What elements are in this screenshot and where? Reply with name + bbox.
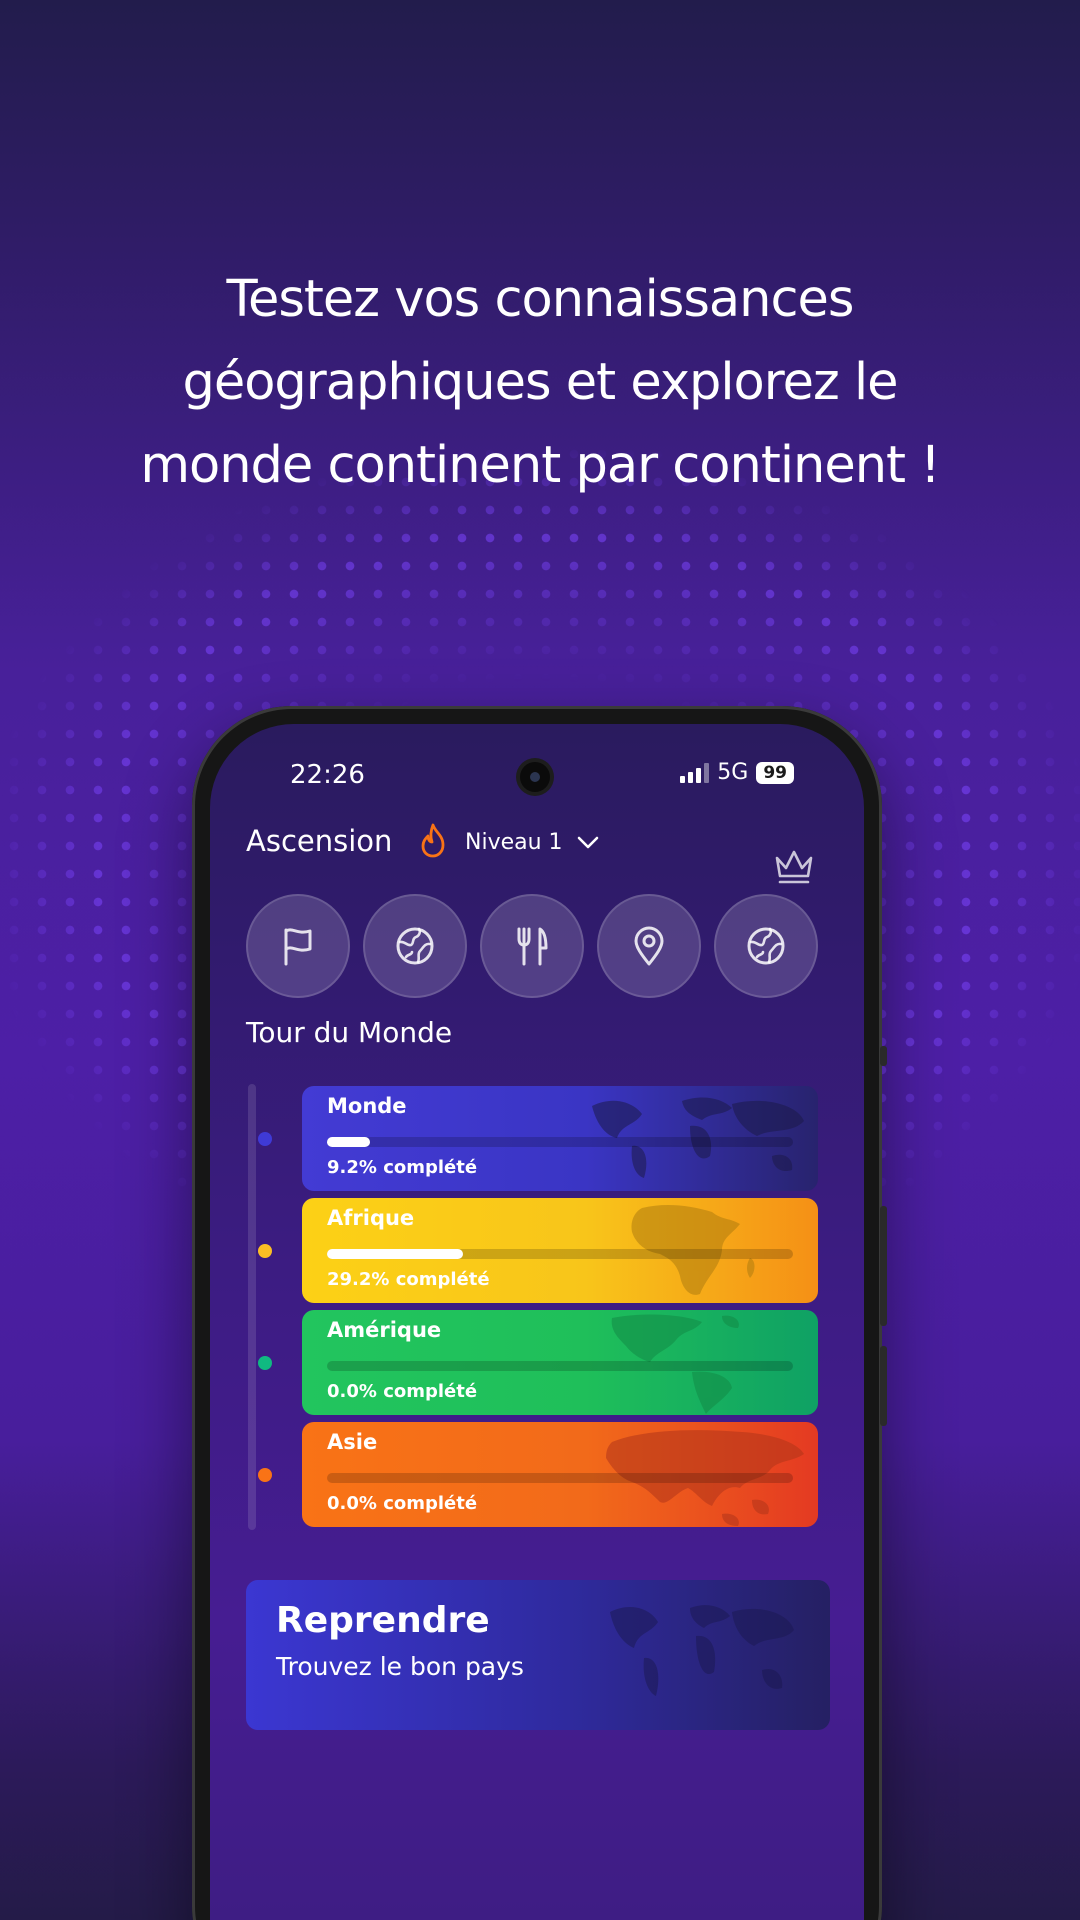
- globe-icon: [747, 927, 785, 965]
- continent-card-asie[interactable]: Asie 0.0% complété: [302, 1422, 818, 1527]
- continent-name: Afrique: [327, 1206, 415, 1230]
- section-title: Tour du Monde: [246, 1016, 453, 1049]
- resume-card[interactable]: Reprendre Trouvez le bon pays: [246, 1580, 830, 1730]
- category-world-button[interactable]: [363, 894, 467, 998]
- fork-knife-icon: [517, 927, 548, 966]
- map-pin-icon: [634, 926, 664, 966]
- signal-icon: [680, 762, 710, 783]
- category-food-button[interactable]: [480, 894, 584, 998]
- timeline-dot-asie: [258, 1468, 272, 1482]
- network-type: 5G: [717, 760, 749, 785]
- headline-line-3: monde continent par continent !: [140, 436, 940, 495]
- app-title: Ascension: [246, 824, 393, 858]
- continent-name: Asie: [327, 1430, 378, 1454]
- progress-timeline: [248, 1084, 256, 1530]
- progress-bar: [327, 1137, 793, 1147]
- category-bar: [246, 894, 818, 998]
- resume-title: Reprendre: [276, 1600, 490, 1641]
- continent-name: Monde: [327, 1094, 407, 1118]
- headline-line-1: Testez vos connaissances: [226, 270, 855, 329]
- status-time: 22:26: [290, 760, 365, 790]
- phone-side-button: [880, 1046, 887, 1066]
- phone-volume-button: [880, 1206, 887, 1326]
- promo-headline: Testez vos connaissances géographiques e…: [60, 258, 1020, 507]
- progress-label: 9.2% complété: [327, 1157, 478, 1178]
- continent-list: Monde 9.2% complété Afrique 29.2% complé…: [302, 1086, 818, 1534]
- progress-bar: [327, 1473, 793, 1483]
- resume-subtitle: Trouvez le bon pays: [276, 1652, 524, 1681]
- progress-fill: [327, 1249, 464, 1259]
- flag-icon: [284, 928, 312, 966]
- progress-label: 0.0% complété: [327, 1381, 478, 1402]
- flame-icon: [421, 823, 445, 858]
- level-selector[interactable]: Niveau 1: [465, 830, 599, 855]
- continent-card-afrique[interactable]: Afrique 29.2% complété: [302, 1198, 818, 1303]
- chevron-down-icon: [577, 836, 598, 848]
- category-places-button[interactable]: [597, 894, 701, 998]
- category-flags-button[interactable]: [246, 894, 350, 998]
- progress-fill: [327, 1137, 370, 1147]
- timeline-dot-amerique: [258, 1356, 272, 1370]
- world-map-icon: [610, 1605, 794, 1696]
- progress-bar: [327, 1361, 793, 1371]
- progress-label: 29.2% complété: [327, 1269, 490, 1290]
- status-bar: 22:26 5G 99: [210, 760, 864, 800]
- continent-card-monde[interactable]: Monde 9.2% complété: [302, 1086, 818, 1191]
- phone-power-button: [880, 1346, 887, 1426]
- level-label: Niveau 1: [465, 830, 563, 855]
- timeline-dot-monde: [258, 1132, 272, 1146]
- timeline-dot-afrique: [258, 1244, 272, 1258]
- continent-name: Amérique: [327, 1318, 442, 1342]
- phone-mockup: 22:26 5G 99 Ascension Niveau 1 Tour du M…: [192, 706, 887, 1920]
- progress-bar: [327, 1249, 793, 1259]
- front-camera: [520, 762, 550, 792]
- status-indicators: 5G 99: [680, 760, 794, 785]
- crown-icon[interactable]: [772, 846, 816, 886]
- phone-screen: 22:26 5G 99 Ascension Niveau 1 Tour du M…: [210, 724, 864, 1920]
- category-world-2-button[interactable]: [714, 894, 818, 998]
- continent-card-amerique[interactable]: Amérique 0.0% complété: [302, 1310, 818, 1415]
- progress-label: 0.0% complété: [327, 1493, 478, 1514]
- battery-icon: 99: [756, 761, 794, 784]
- globe-icon: [396, 927, 434, 965]
- headline-line-2: géographiques et explorez le: [182, 353, 898, 412]
